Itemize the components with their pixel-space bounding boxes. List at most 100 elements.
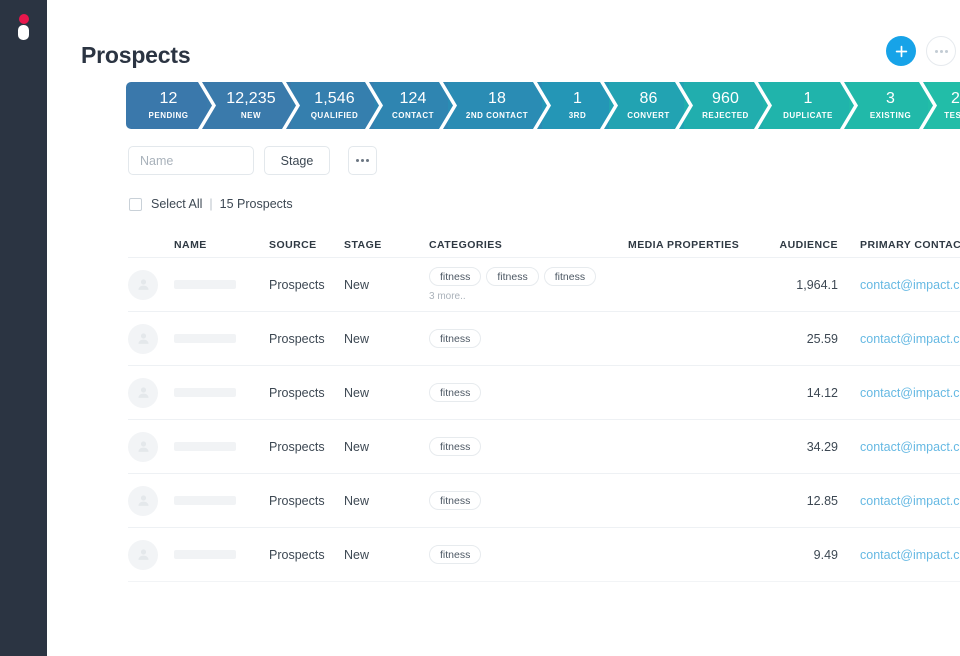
avatar: [128, 378, 158, 408]
funnel-segment-new[interactable]: 12,235 NEW: [207, 82, 291, 129]
funnel-segment-duplicate[interactable]: 1DUPLICATE: [763, 82, 849, 129]
row-primary-contact-cell: contact@impact.com: [838, 494, 960, 508]
funnel-segment-3rd[interactable]: 13RD: [542, 82, 609, 129]
page-header: Prospects: [81, 36, 960, 80]
primary-contact-link[interactable]: contact@impact.com: [860, 278, 960, 292]
main-content: Prospects 12PENDING 12,235 NEW 1,546QUALIFI…: [47, 0, 960, 656]
add-prospect-button[interactable]: [886, 36, 916, 66]
prospect-funnel: 12PENDING 12,235 NEW 1,546QUALIFIED124CONTA…: [126, 82, 960, 129]
avatar: [128, 270, 158, 300]
header-more-button[interactable]: [926, 36, 956, 66]
row-source-cell: Prospects: [269, 440, 344, 454]
sidebar: [0, 0, 47, 656]
user-icon: [135, 492, 152, 509]
funnel-segment-rejected[interactable]: 960REJECTED: [684, 82, 763, 129]
category-tag-list: fitness: [429, 383, 607, 402]
funnel-segment-value: 3: [886, 91, 895, 108]
row-avatar-cell: [128, 378, 174, 408]
column-header-categories[interactable]: CATEGORIES: [429, 239, 607, 251]
funnel-segment-label: NEW: [241, 111, 261, 120]
category-tag-list: fitness: [429, 437, 607, 456]
funnel-segment-pending[interactable]: 12PENDING: [126, 82, 207, 129]
table-row[interactable]: ProspectsNewfitness34.29contact@impact.c…: [128, 420, 960, 474]
column-header-name[interactable]: NAME: [174, 239, 269, 251]
row-categories-cell: fitness: [429, 437, 607, 456]
row-audience-cell: 25.59: [752, 332, 838, 346]
primary-contact-link[interactable]: contact@impact.com: [860, 494, 960, 508]
funnel-segment-value: 18: [488, 91, 506, 108]
stage-filter-button[interactable]: Stage: [264, 146, 330, 175]
avatar: [128, 324, 158, 354]
row-name-cell: [174, 278, 269, 292]
row-audience-cell: 9.49: [752, 548, 838, 562]
table-row[interactable]: ProspectsNewfitness 12.85 contact@impact.c…: [128, 474, 960, 528]
category-tag[interactable]: fitness: [429, 383, 481, 402]
page-title: Prospects: [81, 42, 190, 69]
dot-icon: [935, 50, 938, 53]
column-header-primary-contact[interactable]: PRIMARY CONTACT: [838, 239, 960, 251]
row-stage-cell: New: [344, 494, 429, 508]
filter-more-button[interactable]: [348, 146, 377, 175]
funnel-segment-value: 12,235: [226, 91, 276, 108]
funnel-segment-value: 960: [712, 91, 739, 108]
row-source-cell: Prospects: [269, 278, 344, 292]
redacted-name: [174, 550, 236, 559]
funnel-segment-qualified[interactable]: 1,546QUALIFIED: [291, 82, 374, 129]
user-icon: [135, 276, 152, 293]
table-row[interactable]: ProspectsNewfitnessfitnessfitness3 more.…: [128, 258, 960, 312]
category-tag[interactable]: fitness: [429, 267, 481, 286]
impact-logo-icon[interactable]: [0, 14, 47, 48]
row-categories-cell: fitness fitness fitness 3 more..: [429, 267, 607, 302]
primary-contact-link[interactable]: contact@impact.com: [860, 548, 960, 562]
category-tag[interactable]: fitness: [486, 267, 538, 286]
category-tag[interactable]: fitness: [429, 491, 481, 510]
table-header-row: NAMESOURCESTAGECATEGORIESMEDIA PROPERTIE…: [128, 232, 960, 258]
table-row[interactable]: ProspectsNewfitness14.12contact@impact.c…: [128, 366, 960, 420]
category-tag-list: fitness: [429, 491, 607, 510]
row-categories-cell: fitness: [429, 329, 607, 348]
category-tag[interactable]: fitness: [429, 437, 481, 456]
row-avatar-cell: [128, 432, 174, 462]
row-source-cell: Prospects: [269, 494, 344, 508]
row-stage-cell: New: [344, 332, 429, 346]
column-header-source[interactable]: SOURCE: [269, 239, 344, 251]
row-primary-contact-cell: contact@impact.com: [838, 386, 960, 400]
funnel-segment-2nd-contact[interactable]: 182ND CONTACT: [448, 82, 542, 129]
row-name-cell: [174, 386, 269, 400]
category-tag[interactable]: fitness: [544, 267, 596, 286]
column-header-audience[interactable]: AUDIENCE: [752, 239, 838, 251]
plus-icon: [895, 45, 908, 58]
category-tag[interactable]: fitness: [429, 329, 481, 348]
name-filter-input[interactable]: [128, 146, 254, 175]
table-row[interactable]: ProspectsNewfitness25.59contact@impact.c…: [128, 312, 960, 366]
column-header-stage[interactable]: STAGE: [344, 239, 429, 251]
funnel-segment-contact[interactable]: 124CONTACT: [374, 82, 448, 129]
funnel-segment-existing[interactable]: 3EXISTING: [849, 82, 928, 129]
primary-contact-link[interactable]: contact@impact.com: [860, 440, 960, 454]
row-audience-cell: 12.85: [752, 494, 838, 508]
row-primary-contact-cell: contact@impact.com: [838, 332, 960, 346]
redacted-name: [174, 280, 236, 289]
funnel-segment-convert[interactable]: 86CONVERT: [609, 82, 684, 129]
avatar: [128, 486, 158, 516]
funnel-segment-value: 124: [400, 91, 427, 108]
column-header-media-properties[interactable]: MEDIA PROPERTIES: [607, 239, 752, 251]
more-categories-link[interactable]: 3 more..: [429, 291, 607, 302]
primary-contact-link[interactable]: contact@impact.com: [860, 332, 960, 346]
select-all-row: Select All | 15 Prospects: [129, 197, 293, 211]
filter-bar: Stage: [128, 146, 377, 175]
category-tag[interactable]: fitness: [429, 545, 481, 564]
table-row[interactable]: ProspectsNewfitness9.49contact@impact.co…: [128, 528, 960, 582]
primary-contact-link[interactable]: contact@impact.com: [860, 386, 960, 400]
avatar: [128, 432, 158, 462]
row-avatar-cell: [128, 540, 174, 570]
select-all-checkbox[interactable]: [129, 198, 142, 211]
row-categories-cell: fitness: [429, 383, 607, 402]
row-audience-cell: 1,964.1: [752, 278, 838, 292]
table-body: ProspectsNewfitnessfitnessfitness3 more.…: [128, 258, 960, 582]
row-categories-cell: fitness: [429, 491, 607, 510]
row-name-cell: [174, 548, 269, 562]
row-primary-contact-cell: contact@impact.com: [838, 548, 960, 562]
row-avatar-cell: [128, 324, 174, 354]
funnel-segment-test[interactable]: 2TEST: [928, 82, 960, 129]
